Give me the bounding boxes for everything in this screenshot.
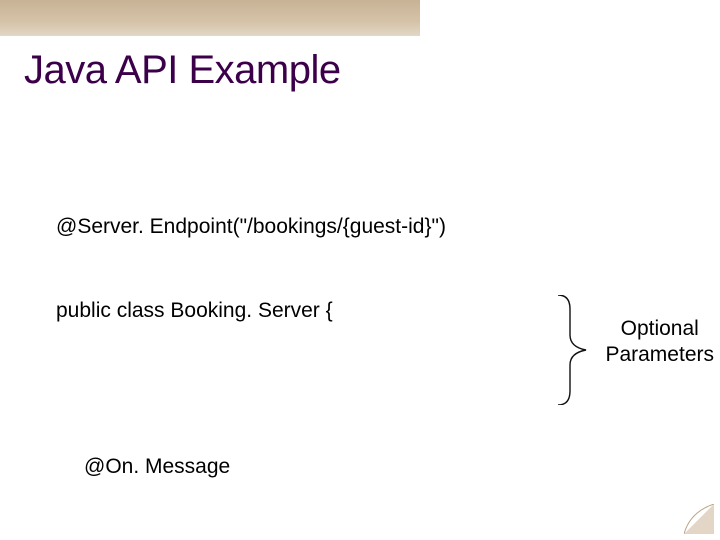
slide: Java API Example @Server. Endpoint("/boo…	[0, 0, 720, 540]
brace-icon	[552, 295, 592, 405]
annotation-line: Optional	[605, 316, 714, 342]
annotation-line: Parameters	[605, 342, 714, 368]
code-line: @On. Message	[84, 453, 524, 481]
code-line: public void process. Booking. Request(	[84, 536, 524, 540]
page-curl-icon	[684, 504, 714, 534]
slide-title: Java API Example	[24, 48, 341, 93]
code-line: @Server. Endpoint("/bookings/{guest-id}"…	[56, 213, 524, 241]
code-line: public class Booking. Server {	[56, 297, 524, 325]
top-accent-bar	[0, 0, 420, 36]
code-block: @Server. Endpoint("/bookings/{guest-id}"…	[56, 158, 524, 540]
annotation-label: Optional Parameters	[605, 316, 714, 369]
